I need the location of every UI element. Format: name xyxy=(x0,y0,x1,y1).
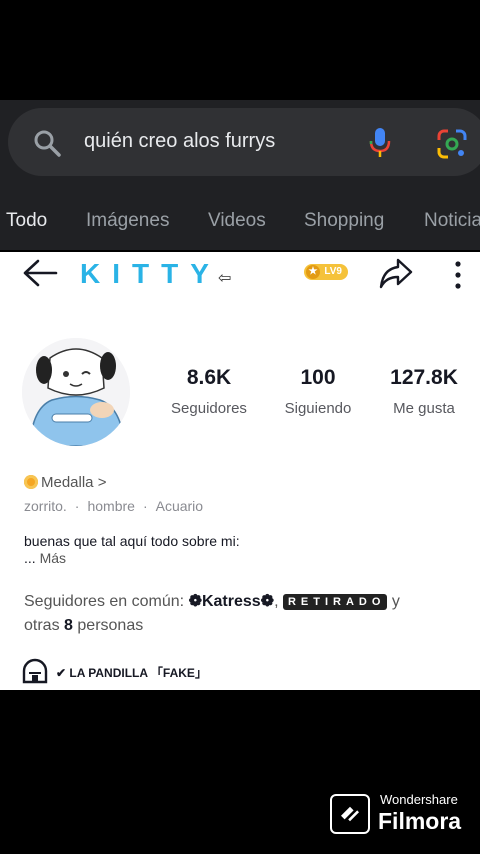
watermark-company: Wondershare xyxy=(380,792,458,807)
common-conjunction: y xyxy=(391,593,400,610)
filmora-logo-icon xyxy=(330,794,370,834)
bio-more-link[interactable]: Más xyxy=(40,550,66,566)
following-count: 100 xyxy=(300,366,336,389)
tab-videos[interactable]: Videos xyxy=(208,210,266,232)
likes-count: 127.8K xyxy=(390,366,458,389)
google-search-panel: quién creo alos furrys Todo Imágenes Vid… xyxy=(0,100,480,250)
common-others-count: 8 xyxy=(64,617,73,634)
profile-card: KITTY ⇦ ★ LV9 8.6K Seguidores 100 Siguie… xyxy=(0,252,480,690)
search-tabs: Todo Imágenes Videos Shopping Noticia xyxy=(0,208,480,236)
likes-stat[interactable]: 127.8K Me gusta xyxy=(384,366,464,417)
profile-bio: buenas que tal aquí todo sobre mi: ... M… xyxy=(24,533,240,567)
common-followers[interactable]: Seguidores en común: ❁Katress❁, RETIRADO… xyxy=(24,590,464,638)
profile-name: KITTY xyxy=(80,258,221,289)
tag-item: hombre xyxy=(87,498,135,514)
medal-link[interactable]: Medalla > xyxy=(24,474,106,491)
filmora-watermark: Wondershare Filmora xyxy=(330,790,480,840)
back-arrow-icon[interactable] xyxy=(22,258,58,288)
likes-label: Me gusta xyxy=(393,400,455,417)
medal-label: Medalla > xyxy=(41,474,107,491)
following-label: Siguiendo xyxy=(284,400,352,417)
tab-imagenes[interactable]: Imágenes xyxy=(86,210,169,232)
followers-label: Seguidores xyxy=(171,400,247,417)
common-others-prefix: otras xyxy=(24,617,60,634)
tag-separator: · xyxy=(74,498,80,514)
google-lens-icon[interactable] xyxy=(436,128,468,160)
tab-noticias[interactable]: Noticia xyxy=(424,210,480,232)
star-icon: ★ xyxy=(306,265,320,279)
tab-todo[interactable]: Todo xyxy=(6,210,47,232)
share-icon[interactable] xyxy=(378,256,414,290)
bio-ellipsis: ... xyxy=(24,550,36,566)
group-row[interactable]: ✔ LA PANDILLA 「FAKE」 xyxy=(22,658,462,686)
microphone-icon[interactable] xyxy=(368,126,392,160)
avatar[interactable] xyxy=(22,338,130,446)
watermark-brand: Filmora xyxy=(378,808,462,834)
level-label: LV9 xyxy=(324,266,342,277)
followers-count: 8.6K xyxy=(186,366,232,389)
common-follower-name: RETIRADO xyxy=(282,594,388,610)
tag-item: zorrito. xyxy=(24,498,67,514)
following-stat[interactable]: 100 Siguiendo xyxy=(280,366,356,417)
tab-shopping[interactable]: Shopping xyxy=(304,210,384,232)
group-icon xyxy=(22,658,48,684)
common-others-suffix: personas xyxy=(77,617,144,634)
more-options-icon[interactable] xyxy=(452,260,464,290)
followers-stat[interactable]: 8.6K Seguidores xyxy=(168,366,250,417)
search-input[interactable]: quién creo alos furrys xyxy=(84,130,275,153)
level-badge: ★ LV9 xyxy=(304,264,348,280)
profile-tags: zorrito. · hombre · Acuario xyxy=(24,498,203,514)
common-followers-label: Seguidores en común: xyxy=(24,593,185,610)
group-label: ✔ LA PANDILLA 「FAKE」 xyxy=(56,666,207,680)
medal-icon xyxy=(24,475,38,489)
tag-item: Acuario xyxy=(155,498,204,514)
bio-text: buenas que tal aquí todo sobre mi: xyxy=(24,533,240,549)
common-follower-name: ❁Katress❁ xyxy=(188,593,275,610)
search-icon[interactable] xyxy=(32,128,62,158)
name-arrow-glyph: ⇦ xyxy=(218,270,232,287)
tag-separator: · xyxy=(142,498,148,514)
search-bar[interactable]: quién creo alos furrys xyxy=(8,108,480,176)
